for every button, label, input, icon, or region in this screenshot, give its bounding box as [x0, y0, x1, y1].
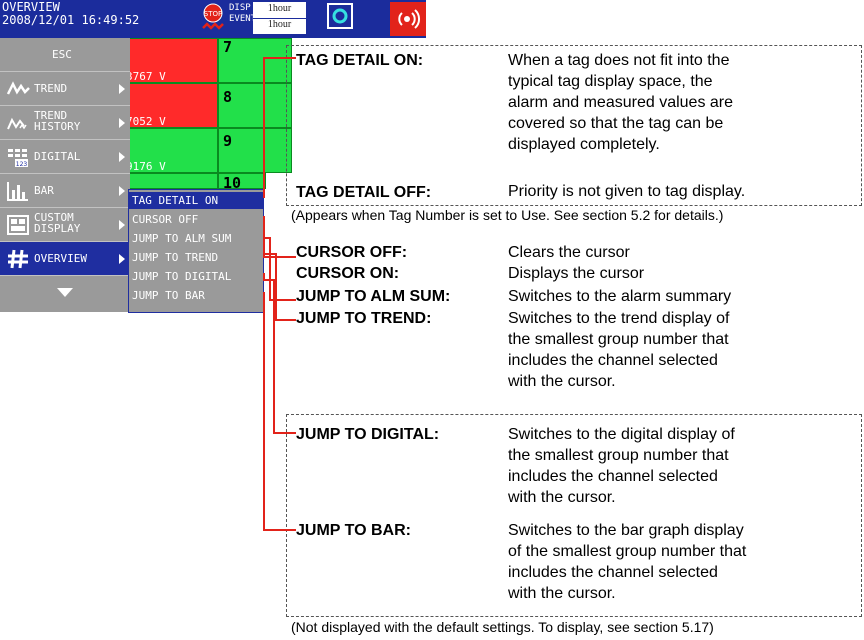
- cursor-on-term: CURSOR ON:: [296, 265, 400, 282]
- jump-to-digital-term: JUMP TO DIGITAL:: [296, 426, 440, 443]
- leader-digital: [263, 273, 296, 434]
- cursor-off-term: CURSOR OFF:: [296, 244, 408, 261]
- cursor-on-desc: Displays the cursor: [508, 265, 645, 282]
- jump-to-bar-desc: Switches to the bar graph display of the…: [508, 522, 747, 602]
- jump-to-bar-term: JUMP TO BAR:: [296, 522, 411, 539]
- leader-trend: [264, 253, 296, 321]
- leader-bar: [263, 292, 296, 531]
- jump-to-alm-sum-term: JUMP TO ALM SUM:: [296, 288, 451, 305]
- cursor-off-desc: Clears the cursor: [508, 244, 630, 261]
- jump-to-digital-desc: Switches to the digital display of the s…: [508, 426, 735, 506]
- leader-tag-detail: [263, 57, 296, 198]
- tag-detail-off-term: TAG DETAIL OFF:: [296, 184, 432, 201]
- tag-detail-on-desc: When a tag does not fit into the typical…: [508, 52, 734, 153]
- tag-detail-on-term: TAG DETAIL ON:: [296, 52, 424, 69]
- jump-to-trend-term: JUMP TO TREND:: [296, 310, 432, 327]
- leader-alm-sum: [263, 235, 296, 301]
- tag-detail-off-desc: Priority is not given to tag display.: [508, 183, 746, 200]
- tag-number-note: (Appears when Tag Number is set to Use. …: [291, 207, 724, 223]
- jump-to-trend-desc: Switches to the trend display of the sma…: [508, 310, 730, 390]
- jump-to-alm-sum-desc: Switches to the alarm summary: [508, 288, 732, 305]
- default-settings-note: (Not displayed with the default settings…: [291, 619, 714, 635]
